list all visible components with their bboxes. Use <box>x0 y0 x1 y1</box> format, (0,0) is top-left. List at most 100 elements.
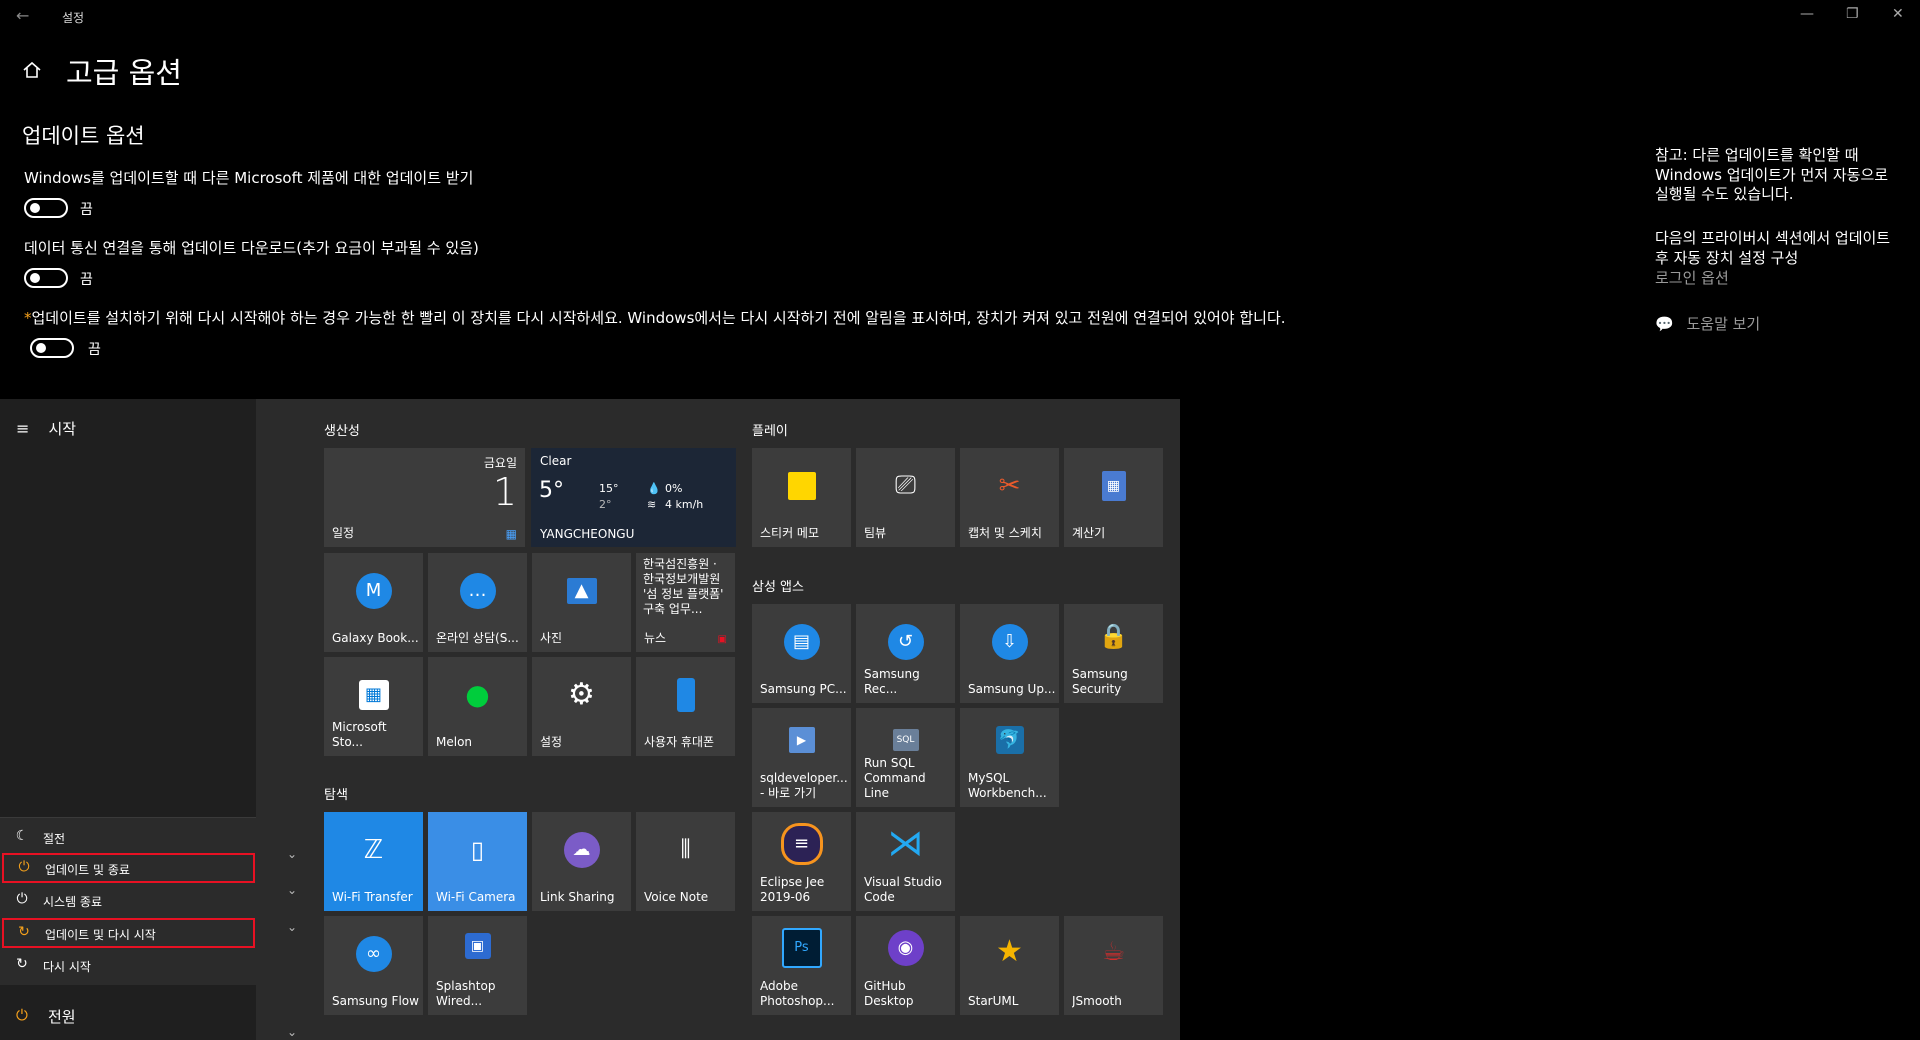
toggle-restart[interactable] <box>30 338 74 358</box>
tile-news[interactable]: 한국섬진흥원 · 한국정보개발원 '섬 정보 플랫폼' 구축 업무... 뉴스 … <box>636 553 735 652</box>
weather-tile[interactable]: Clear 5° 15° 2° 💧 0% ≋ 4 km/h YANGCHEONG… <box>531 448 736 547</box>
moon-icon: ☾ <box>15 828 29 844</box>
update-and-restart-item[interactable]: ↻ 업데이트 및 다시 시작 <box>2 918 255 948</box>
toggle-state-label: 끔 <box>80 202 93 218</box>
tile-samsung-recovery[interactable]: ↺ Samsung Rec... <box>856 604 955 703</box>
photo-icon: ▲ <box>566 577 597 604</box>
power-icon: ⏻ <box>16 891 28 907</box>
chevron-down-icon[interactable]: ⌄ <box>287 883 297 897</box>
tile-staruml[interactable]: ★ StarUML <box>960 916 1059 1015</box>
star-icon: ★ <box>996 934 1023 970</box>
help-link[interactable]: 💬 도움말 보기 <box>1655 313 1760 334</box>
shutdown-item[interactable]: ⏻ 시스템 종료 <box>0 885 256 915</box>
tile-jsmooth[interactable]: ☕ JSmooth <box>1064 916 1163 1015</box>
toggle-state-label: 끔 <box>80 272 93 288</box>
tile-wifi-camera[interactable]: ▯ Wi-Fi Camera <box>428 812 527 911</box>
chat-icon: … <box>459 572 496 609</box>
tile-voice-note[interactable]: ⫼ Voice Note <box>636 812 735 911</box>
hamburger-icon[interactable]: ≡ <box>16 419 29 438</box>
calendar-tile[interactable]: 금요일 1 일정 ▦ <box>324 448 525 547</box>
calculator-icon: ▦ <box>1101 470 1126 501</box>
store-icon: ▦ <box>358 679 389 710</box>
title-bar: ← 설정 — ❐ ✕ <box>0 0 1920 32</box>
chevron-down-icon[interactable]: ⌄ <box>287 847 297 861</box>
tile-teamviewer[interactable]: ⎚ 팀뷰 <box>856 448 955 547</box>
tile-calculator[interactable]: ▦ 계산기 <box>1064 448 1163 547</box>
chevron-down-icon[interactable]: ⌄ <box>287 1025 297 1039</box>
tile-snip-sketch[interactable]: ✂ 캡처 및 스케치 <box>960 448 1059 547</box>
github-icon: ◉ <box>887 929 924 966</box>
update-and-shutdown-item[interactable]: ⏻ 업데이트 및 종료 <box>2 853 255 883</box>
update-restart-icon: ↻ <box>18 924 30 940</box>
chevron-down-icon[interactable]: ⌄ <box>287 920 297 934</box>
dolphin-icon: 🐬 <box>995 725 1024 754</box>
tile-github-desktop[interactable]: ◉ GitHub Desktop <box>856 916 955 1015</box>
tile-sticky-notes[interactable]: 스티커 메모 <box>752 448 851 547</box>
login-options-link[interactable]: 로그인 옵션 <box>1655 269 1895 289</box>
wind-icon: ≋ <box>647 498 657 511</box>
jsmooth-icon: ☕ <box>1101 936 1126 967</box>
sound-wave-icon: ⫼ <box>680 837 691 863</box>
option-label-metered: 데이터 통신 연결을 통해 업데이트 다운로드(추가 요금이 부과될 수 있음) <box>24 239 479 257</box>
vscode-icon: ⋊ <box>887 823 924 865</box>
flow-icon: ∞ <box>355 935 392 972</box>
precip-icon: 💧 <box>647 482 661 495</box>
group-explore[interactable]: 탐색 <box>324 784 348 803</box>
tile-galaxy-book[interactable]: M Galaxy Book... <box>324 553 423 652</box>
tile-eclipse[interactable]: ≡ Eclipse Jee 2019-06 <box>752 812 851 911</box>
back-arrow-icon[interactable]: ← <box>16 6 29 25</box>
tile-link-sharing[interactable]: ☁ Link Sharing <box>532 812 631 911</box>
option-label-other-products: Windows를 업데이트할 때 다른 Microsoft 제품에 대한 업데이… <box>24 169 474 187</box>
window-title: 설정 <box>62 11 85 25</box>
tile-samsung-update[interactable]: ⇩ Samsung Up... <box>960 604 1059 703</box>
side-privacy-text: 다음의 프라이버시 섹션에서 업데이트 후 자동 장치 설정 구성 <box>1655 229 1891 267</box>
tile-your-phone[interactable]: 사용자 휴대폰 <box>636 657 735 756</box>
tile-mysql-workbench[interactable]: 🐬 MySQL Workbench... <box>960 708 1059 807</box>
tile-splashtop[interactable]: ▣ Splashtop Wired... <box>428 916 527 1015</box>
toggle-metered[interactable] <box>24 268 68 288</box>
home-icon[interactable] <box>22 60 42 80</box>
required-asterisk: * <box>24 309 32 327</box>
restart-item[interactable]: ↻ 다시 시작 <box>0 950 256 980</box>
tile-samsung-flow[interactable]: ∞ Samsung Flow <box>324 916 423 1015</box>
cloud-link-icon: ☁ <box>563 831 600 868</box>
minimize-icon[interactable]: — <box>1800 6 1814 22</box>
power-button[interactable]: ⏻ 전원 <box>0 1000 256 1032</box>
toggle-other-products[interactable] <box>24 198 68 218</box>
tile-consult[interactable]: … 온라인 상담(S... <box>428 553 527 652</box>
sticky-note-icon <box>787 471 816 500</box>
samsung-update-icon: ⇩ <box>991 623 1028 660</box>
melon-icon: ● <box>465 678 490 712</box>
tile-photoshop[interactable]: Ps Adobe Photoshop... <box>752 916 851 1015</box>
photoshop-icon: Ps <box>781 927 822 968</box>
tile-melon[interactable]: ● Melon <box>428 657 527 756</box>
sleep-item[interactable]: ☾ 절전 <box>0 822 256 852</box>
scissors-icon: ✂ <box>998 470 1021 501</box>
close-icon[interactable]: ✕ <box>1892 6 1904 22</box>
start-header[interactable]: ≡ 시작 <box>16 418 256 440</box>
tile-samsung-security[interactable]: 🔒 Samsung Security <box>1064 604 1163 703</box>
wifi-transfer-icon: ℤ <box>363 834 384 865</box>
group-play[interactable]: 플레이 <box>752 420 788 439</box>
phone-icon <box>676 677 695 712</box>
news-icon: ▣ <box>717 634 727 645</box>
help-chat-icon: 💬 <box>1655 315 1674 333</box>
gear-icon: ⚙ <box>568 677 595 713</box>
tile-sqldeveloper[interactable]: ▶ sqldeveloper.... - 바로 가기 <box>752 708 851 807</box>
splashtop-icon: ▣ <box>464 932 491 959</box>
tile-wifi-transfer[interactable]: ℤ Wi-Fi Transfer <box>324 812 423 911</box>
maximize-icon[interactable]: ❐ <box>1846 6 1859 22</box>
tile-store[interactable]: ▦ Microsoft Sto... <box>324 657 423 756</box>
restart-icon: ↻ <box>16 956 28 972</box>
sql-terminal-icon: SQL <box>892 728 919 751</box>
tile-settings[interactable]: ⚙ 설정 <box>532 657 631 756</box>
group-samsung[interactable]: 삼성 앱스 <box>752 576 804 595</box>
side-note: 참고: 다른 업데이트를 확인할 때 Windows 업데이트가 먼저 자동으로… <box>1655 146 1889 203</box>
tile-run-sql[interactable]: SQL Run SQL Command Line <box>856 708 955 807</box>
group-productivity[interactable]: 생산성 <box>324 420 360 439</box>
tile-photos[interactable]: ▲ 사진 <box>532 553 631 652</box>
tile-samsung-pc[interactable]: ▤ Samsung PC... <box>752 604 851 703</box>
tile-vscode[interactable]: ⋊ Visual Studio Code <box>856 812 955 911</box>
option-label-restart: *업데이트를 설치하기 위해 다시 시작해야 하는 경우 가능한 한 빨리 이 … <box>24 309 1286 327</box>
camera-icon: ▯ <box>470 835 485 864</box>
